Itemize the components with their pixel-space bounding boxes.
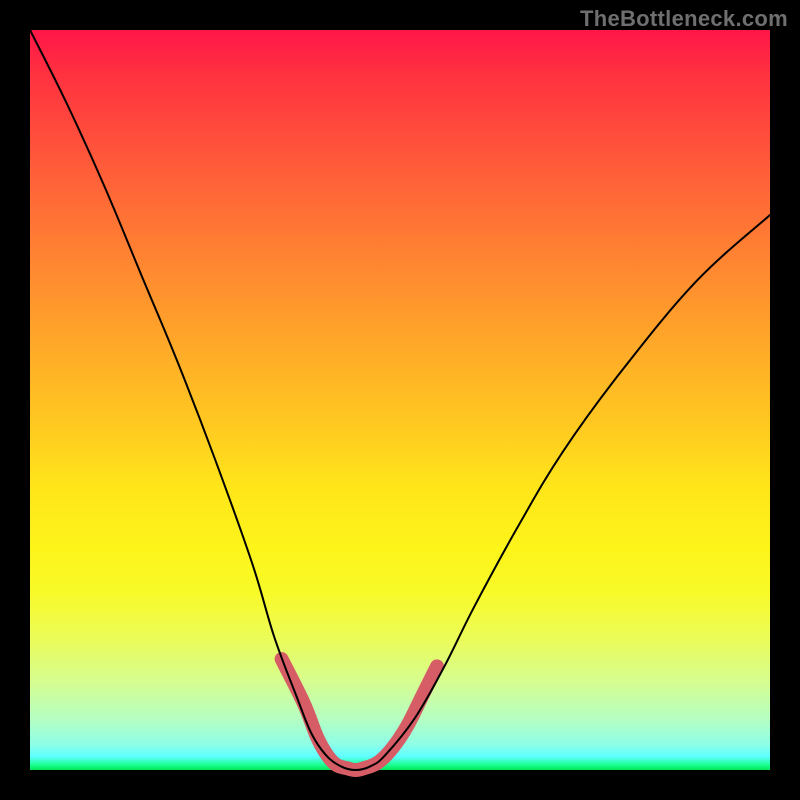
bottleneck-curve [30,30,770,770]
tolerance-highlight [282,659,437,770]
chart-svg [0,0,800,800]
chart-stage: TheBottleneck.com [0,0,800,800]
